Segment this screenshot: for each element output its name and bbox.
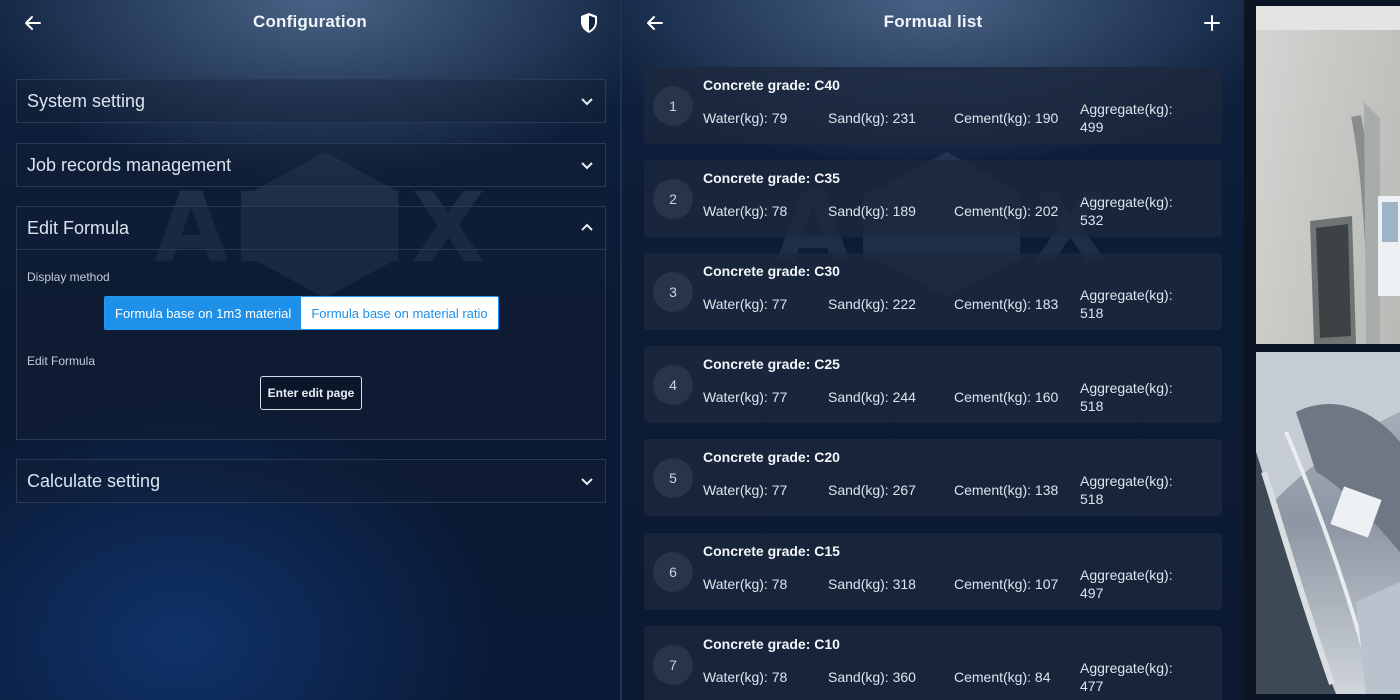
aggregate-label: Aggregate(kg):	[1080, 101, 1173, 117]
plus-icon	[1204, 15, 1220, 31]
water-value: Water(kg): 77	[703, 482, 788, 498]
sand-value: Sand(kg): 231	[828, 110, 916, 126]
sand-value: Sand(kg): 318	[828, 576, 916, 592]
camera-view-bottom	[1256, 352, 1400, 694]
formula-card[interactable]: 4 Concrete grade: C25 Water(kg): 77 Sand…	[644, 346, 1222, 423]
config-topbar: Configuration	[0, 0, 620, 46]
job-records-header[interactable]: Job records management	[17, 144, 605, 186]
option-1m3-material[interactable]: Formula base on 1m3 material	[105, 297, 302, 329]
configuration-panel: AIMIX Configuration System setting Job r…	[0, 0, 620, 700]
edit-formula-label: Edit Formula	[27, 354, 96, 368]
index-badge: 1	[653, 86, 693, 126]
chevron-up-icon	[581, 223, 593, 231]
section-edit-formula: Edit Formula Display method Formula base…	[16, 206, 606, 440]
page-title: Configuration	[252, 12, 368, 31]
aggregate-number: 532	[1080, 212, 1104, 228]
aggregate-label: Aggregate(kg):	[1080, 660, 1173, 676]
concrete-grade: Concrete grade: C15	[703, 543, 840, 559]
chevron-down-icon	[581, 162, 593, 170]
section-label: Job records management	[27, 154, 232, 175]
index-badge: 4	[653, 365, 693, 405]
formula-list-panel: AIMIX Formual list 1 Concrete grade: C40…	[622, 0, 1244, 700]
aggregate-value: Aggregate(kg): 518	[1080, 379, 1200, 415]
add-formula-button[interactable]	[1199, 10, 1225, 36]
aggregate-label: Aggregate(kg):	[1080, 287, 1173, 303]
chevron-down-icon	[581, 98, 593, 106]
option-material-ratio[interactable]: Formula base on material ratio	[301, 297, 498, 329]
formula-card[interactable]: 5 Concrete grade: C20 Water(kg): 77 Sand…	[644, 439, 1222, 516]
aggregate-value: Aggregate(kg): 518	[1080, 286, 1200, 322]
section-label: Edit Formula	[27, 217, 130, 238]
calculate-setting-header[interactable]: Calculate setting	[17, 460, 605, 502]
concrete-grade: Concrete grade: C25	[703, 356, 840, 372]
cement-value: Cement(kg): 160	[954, 389, 1059, 405]
section-system-setting: System setting	[16, 79, 606, 123]
water-value: Water(kg): 78	[703, 203, 788, 219]
formula-card[interactable]: 3 Concrete grade: C30 Water(kg): 77 Sand…	[644, 253, 1222, 330]
camera-divider	[1244, 0, 1256, 700]
index-badge: 7	[653, 645, 693, 685]
formula-card[interactable]: 1 Concrete grade: C40 Water(kg): 79 Sand…	[644, 67, 1222, 144]
security-button[interactable]	[576, 10, 602, 36]
formula-card[interactable]: 2 Concrete grade: C35 Water(kg): 78 Sand…	[644, 160, 1222, 237]
section-label: System setting	[27, 90, 146, 111]
aggregate-number: 518	[1080, 305, 1104, 321]
concrete-grade: Concrete grade: C10	[703, 636, 840, 652]
cement-value: Cement(kg): 183	[954, 296, 1059, 312]
section-label: Calculate setting	[27, 470, 161, 491]
water-value: Water(kg): 79	[703, 110, 788, 126]
cement-value: Cement(kg): 202	[954, 203, 1059, 219]
enter-edit-page-button[interactable]: Enter edit page	[260, 376, 362, 410]
sand-value: Sand(kg): 244	[828, 389, 916, 405]
aggregate-number: 477	[1080, 678, 1104, 694]
formula-card[interactable]: 7 Concrete grade: C10 Water(kg): 78 Sand…	[644, 626, 1222, 700]
water-value: Water(kg): 78	[703, 576, 788, 592]
aggregate-number: 518	[1080, 398, 1104, 414]
index-badge: 5	[653, 458, 693, 498]
water-value: Water(kg): 77	[703, 389, 788, 405]
water-value: Water(kg): 77	[703, 296, 788, 312]
chevron-down-icon	[581, 478, 593, 486]
aggregate-value: Aggregate(kg): 477	[1080, 659, 1200, 695]
shield-icon	[581, 13, 597, 33]
index-badge: 2	[653, 179, 693, 219]
formula-card[interactable]: 6 Concrete grade: C15 Water(kg): 78 Sand…	[644, 533, 1222, 610]
aggregate-value: Aggregate(kg): 518	[1080, 472, 1200, 508]
cement-value: Cement(kg): 138	[954, 482, 1059, 498]
cement-value: Cement(kg): 190	[954, 110, 1059, 126]
display-method-toggle: Formula base on 1m3 material Formula bas…	[104, 296, 499, 330]
aggregate-label: Aggregate(kg):	[1080, 380, 1173, 396]
sand-value: Sand(kg): 222	[828, 296, 916, 312]
display-method-label: Display method	[27, 270, 110, 284]
sand-value: Sand(kg): 267	[828, 482, 916, 498]
cement-value: Cement(kg): 107	[954, 576, 1059, 592]
aggregate-number: 499	[1080, 119, 1104, 135]
camera-view-top	[1256, 6, 1400, 344]
aggregate-label: Aggregate(kg):	[1080, 194, 1173, 210]
edit-formula-body: Display method Formula base on 1m3 mater…	[17, 249, 605, 439]
concrete-grade: Concrete grade: C35	[703, 170, 840, 186]
aggregate-label: Aggregate(kg):	[1080, 567, 1173, 583]
sand-value: Sand(kg): 189	[828, 203, 916, 219]
index-badge: 6	[653, 552, 693, 592]
system-setting-header[interactable]: System setting	[17, 80, 605, 122]
concrete-grade: Concrete grade: C40	[703, 77, 840, 93]
edit-formula-header[interactable]: Edit Formula	[17, 207, 605, 249]
aggregate-value: Aggregate(kg): 497	[1080, 566, 1200, 602]
formula-topbar: Formual list	[622, 0, 1244, 46]
page-title: Formual list	[883, 12, 983, 31]
section-job-records: Job records management	[16, 143, 606, 187]
aggregate-value: Aggregate(kg): 499	[1080, 100, 1200, 136]
section-calculate-setting: Calculate setting	[16, 459, 606, 503]
cement-value: Cement(kg): 84	[954, 669, 1051, 685]
aggregate-number: 518	[1080, 491, 1104, 507]
concrete-grade: Concrete grade: C20	[703, 449, 840, 465]
aggregate-value: Aggregate(kg): 532	[1080, 193, 1200, 229]
aggregate-label: Aggregate(kg):	[1080, 473, 1173, 489]
aggregate-number: 497	[1080, 585, 1104, 601]
water-value: Water(kg): 78	[703, 669, 788, 685]
concrete-grade: Concrete grade: C30	[703, 263, 840, 279]
index-badge: 3	[653, 272, 693, 312]
sand-value: Sand(kg): 360	[828, 669, 916, 685]
